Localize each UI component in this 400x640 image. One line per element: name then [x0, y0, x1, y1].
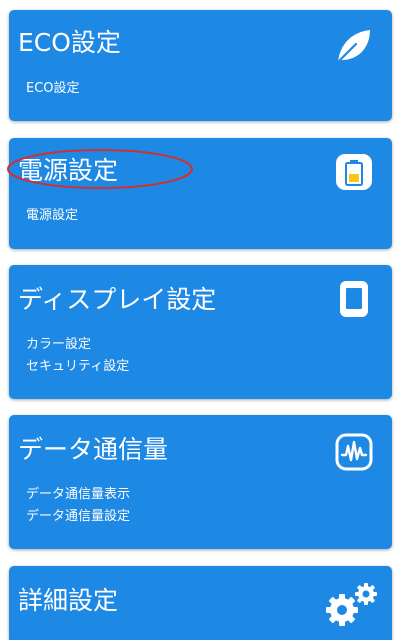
- card-items: カラー設定 セキュリティ設定: [26, 334, 129, 378]
- card-title: ディスプレイ設定: [18, 285, 217, 314]
- card-title: ECO設定: [18, 28, 121, 57]
- battery-icon: [334, 152, 374, 192]
- card-power-settings[interactable]: 電源設定 電源設定: [9, 138, 392, 249]
- card-title: 電源設定: [18, 156, 119, 185]
- phone-screen-icon: [334, 279, 374, 319]
- card-item-security-settings[interactable]: セキュリティ設定: [26, 356, 129, 378]
- leaf-icon: [334, 26, 374, 66]
- card-eco-settings[interactable]: ECO設定 ECO設定: [9, 10, 392, 121]
- card-advanced-settings[interactable]: 詳細設定: [9, 566, 392, 640]
- card-title: データ通信量: [18, 435, 169, 464]
- card-items: データ通信量表示 データ通信量設定: [26, 484, 130, 528]
- card-item-eco-settings[interactable]: ECO設定: [26, 78, 80, 100]
- settings-screen: ECO設定 ECO設定 電源設定 電源設定 ディスプレイ設定 カラー設定 セキュ…: [0, 0, 400, 640]
- card-display-settings[interactable]: ディスプレイ設定 カラー設定 セキュリティ設定: [9, 265, 392, 399]
- gears-icon: [320, 580, 384, 630]
- card-item-data-usage-display[interactable]: データ通信量表示: [26, 484, 130, 506]
- card-items: 電源設定: [26, 205, 78, 227]
- card-data-usage[interactable]: データ通信量 データ通信量表示 データ通信量設定: [9, 415, 392, 549]
- card-item-data-usage-settings[interactable]: データ通信量設定: [26, 506, 130, 528]
- card-title: 詳細設定: [18, 586, 119, 615]
- card-item-color-settings[interactable]: カラー設定: [26, 334, 129, 356]
- activity-monitor-icon: [334, 432, 374, 472]
- card-item-power-settings[interactable]: 電源設定: [26, 205, 78, 227]
- card-items: ECO設定: [26, 78, 80, 100]
